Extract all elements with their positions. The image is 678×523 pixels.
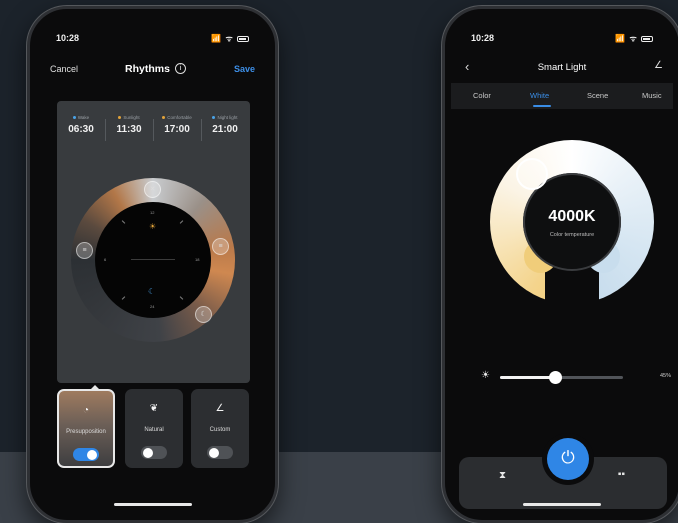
mode-label: Presupposition (66, 429, 106, 435)
mode-toggle[interactable] (141, 446, 167, 459)
schedule-item[interactable]: Night light 21:00 (201, 115, 249, 135)
dial-handle-bottom[interactable]: ☾ (195, 306, 212, 323)
info-icon[interactable]: i (175, 63, 186, 74)
mode-card-custom[interactable]: ∠ Custom (191, 389, 249, 468)
schedule-time: 17:00 (164, 124, 190, 135)
slider-fill (500, 376, 556, 379)
clock-tick (179, 220, 184, 224)
tab-music[interactable]: Music (642, 91, 662, 100)
schedule-time: 11:30 (116, 124, 142, 135)
status-bar: 10:28 📶 ᯤ (445, 33, 678, 47)
tab-active-indicator (533, 105, 551, 107)
tab-bar: Color White Scene Music (451, 83, 673, 109)
brightness-slider[interactable]: ☀ 45% (481, 367, 671, 387)
grid-icon[interactable]: ▪▪ (618, 469, 625, 480)
pie-icon: ◔ (82, 405, 90, 416)
sun-icon: ☀ (149, 222, 157, 231)
dot-icon (162, 116, 166, 120)
toggle-knob (87, 449, 97, 460)
schedule-label: Comfortable (167, 115, 192, 120)
dial-handle-left[interactable]: ≡ (76, 242, 93, 259)
phone-rhythms: 10:28 📶 ᯤ Cancel Rhythms i Save Wake 06:… (27, 6, 278, 523)
clock-number-6: 6 (104, 257, 107, 262)
schedule-label: Sunlight (123, 115, 140, 120)
timer-icon[interactable]: ⧗ (499, 470, 506, 481)
dot-icon (118, 116, 122, 120)
edit-icon[interactable]: ∠ (654, 60, 663, 71)
clock-tick (179, 296, 184, 300)
clock-face: 12 18 24 6 ☀ ☾ (95, 202, 211, 318)
dot-icon (212, 116, 216, 120)
schedule-label: Night light (217, 115, 238, 120)
mode-card-presupposition[interactable]: ◔ Presupposition (57, 389, 115, 468)
rhythm-dial[interactable]: 12 18 24 6 ☀ ☾ ✕ ≡ ≡ ☾ (71, 178, 235, 342)
signal-wifi-icon: 📶 ᯤ (211, 34, 234, 43)
moon-icon: ☾ (148, 287, 156, 296)
clock-tick (121, 296, 126, 300)
mode-card-natural[interactable]: ❦ Natural (125, 389, 183, 468)
schedule-time: 21:00 (212, 124, 238, 135)
brightness-percent: 45% (659, 373, 671, 379)
home-indicator[interactable] (113, 503, 192, 506)
mode-selector: ◔ Presupposition ❦ Natural ∠ Custom (57, 389, 251, 473)
clock-number-24: 24 (150, 304, 155, 309)
navigation-bar: Cancel Rhythms i Save (30, 61, 275, 79)
horizon-line (131, 259, 175, 260)
battery-icon (237, 35, 249, 42)
color-temperature-ring[interactable]: 4000K Color temperature (490, 140, 654, 310)
signal-wifi-icon: 📶 ᯤ (615, 34, 638, 43)
brightness-icon: ☀ (481, 370, 490, 381)
leaf-icon: ❦ (149, 403, 159, 414)
slider-track[interactable] (500, 371, 623, 384)
clock-number-12: 12 (150, 210, 155, 215)
schedule-times: Wake 06:30 Sunlight 11:30 Comfortable 17… (57, 115, 250, 145)
tab-scene[interactable]: Scene (587, 91, 608, 100)
slider-thumb[interactable] (549, 371, 563, 384)
pencil-icon: ∠ (215, 403, 225, 414)
clock-tick (121, 220, 126, 224)
temperature-value: 4000K (548, 208, 596, 225)
mode-toggle[interactable] (207, 446, 233, 459)
dial-handle-right[interactable]: ≡ (212, 238, 229, 255)
page-title: Smart Light (537, 62, 587, 73)
schedule-time: 06:30 (68, 124, 94, 135)
mode-toggle[interactable] (73, 448, 99, 461)
rhythm-card: Wake 06:30 Sunlight 11:30 Comfortable 17… (57, 101, 250, 383)
battery-icon (641, 35, 653, 42)
tab-white[interactable]: White (530, 91, 549, 100)
schedule-item[interactable]: Wake 06:30 (57, 115, 105, 135)
status-icons: 📶 ᯤ (615, 33, 653, 44)
page-title: Rhythms (125, 63, 170, 75)
schedule-item[interactable]: Comfortable 17:00 (153, 115, 201, 135)
toggle-knob (209, 447, 219, 458)
status-time: 10:28 (56, 33, 80, 43)
schedule-item[interactable]: Sunlight 11:30 (105, 115, 153, 135)
status-icons: 📶 ᯤ (211, 33, 249, 44)
power-button[interactable]: ⏻ (547, 438, 589, 480)
status-time: 10:28 (471, 33, 495, 43)
schedule-label: Wake (77, 115, 90, 120)
phone-smart-light: 10:28 📶 ᯤ ‹ Smart Light ∠ Color White Sc… (442, 6, 678, 523)
clock-number-18: 18 (195, 257, 200, 262)
mode-label: Custom (209, 427, 231, 433)
temperature-handle[interactable] (516, 158, 548, 190)
tab-color[interactable]: Color (473, 91, 491, 100)
temperature-label: Color temperature (549, 232, 595, 238)
home-indicator[interactable] (523, 503, 601, 506)
dial-handle-top[interactable]: ✕ (144, 181, 161, 198)
navigation-bar: ‹ Smart Light ∠ (445, 59, 678, 77)
dot-icon (72, 116, 76, 120)
cancel-button[interactable]: Cancel (50, 64, 78, 74)
mode-label: Natural (144, 427, 164, 433)
save-button[interactable]: Save (234, 64, 255, 74)
status-bar: 10:28 📶 ᯤ (30, 33, 275, 47)
toggle-knob (143, 447, 153, 458)
